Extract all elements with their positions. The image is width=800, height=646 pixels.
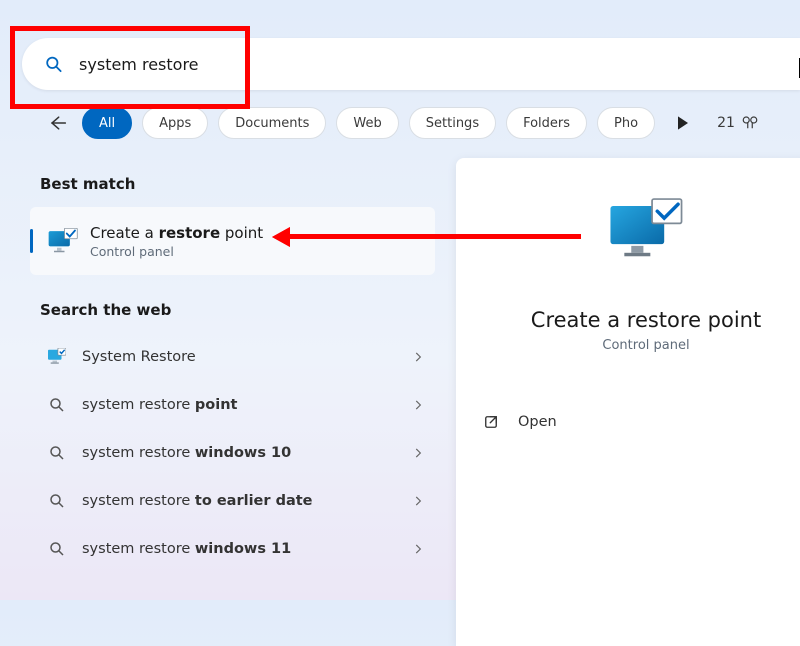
best-match-subtitle: Control panel — [90, 244, 263, 259]
chevron-right-icon — [411, 542, 425, 556]
open-external-icon — [482, 413, 500, 431]
search-input[interactable] — [77, 54, 800, 75]
web-result-text: system restore to earlier date — [82, 493, 411, 509]
web-result-text: system restore windows 10 — [82, 445, 411, 461]
rewards-widget[interactable]: 21 — [717, 114, 759, 132]
search-bar[interactable] — [22, 38, 800, 90]
chevron-right-icon — [411, 446, 425, 460]
monitor-icon — [48, 348, 66, 366]
monitor-check-icon — [48, 228, 78, 254]
search-icon — [48, 444, 66, 462]
web-result-text: system restore windows 11 — [82, 541, 411, 557]
filter-folders[interactable]: Folders — [506, 107, 587, 139]
web-result-0[interactable]: System Restore — [30, 333, 435, 381]
best-match-result[interactable]: Create a restore point Control panel — [30, 207, 435, 275]
web-result-text: system restore point — [82, 397, 411, 413]
open-label: Open — [518, 414, 557, 430]
detail-title: Create a restore point — [531, 308, 761, 332]
filters-more-icon[interactable] — [673, 113, 693, 133]
search-icon — [44, 54, 63, 74]
rewards-icon — [741, 114, 759, 132]
web-result-3[interactable]: system restore to earlier date — [30, 477, 435, 525]
detail-panel: Create a restore point Control panel Ope… — [456, 158, 800, 646]
rewards-count: 21 — [717, 115, 735, 131]
chevron-right-icon — [411, 398, 425, 412]
filter-documents[interactable]: Documents — [218, 107, 326, 139]
web-result-text: System Restore — [82, 349, 411, 365]
search-icon — [48, 492, 66, 510]
chevron-right-icon — [411, 350, 425, 364]
search-icon — [48, 540, 66, 558]
chevron-right-icon — [411, 494, 425, 508]
filter-apps[interactable]: Apps — [142, 107, 208, 139]
best-match-heading: Best match — [40, 175, 435, 193]
filter-photos[interactable]: Pho — [597, 107, 655, 139]
results-left-column: Best match Create a restore point Contro… — [30, 165, 435, 573]
web-result-2[interactable]: system restore windows 10 — [30, 429, 435, 477]
web-result-4[interactable]: system restore windows 11 — [30, 525, 435, 573]
open-action[interactable]: Open — [482, 399, 800, 445]
filter-settings[interactable]: Settings — [409, 107, 496, 139]
filter-web[interactable]: Web — [336, 107, 398, 139]
filter-row: All Apps Documents Web Settings Folders … — [42, 107, 800, 139]
best-match-title: Create a restore point — [90, 224, 263, 242]
search-web-heading: Search the web — [40, 301, 435, 319]
detail-subtitle: Control panel — [602, 338, 689, 353]
web-result-1[interactable]: system restore point — [30, 381, 435, 429]
back-button[interactable] — [42, 108, 72, 138]
monitor-check-icon — [607, 196, 685, 268]
search-icon — [48, 396, 66, 414]
filter-all[interactable]: All — [82, 107, 132, 139]
